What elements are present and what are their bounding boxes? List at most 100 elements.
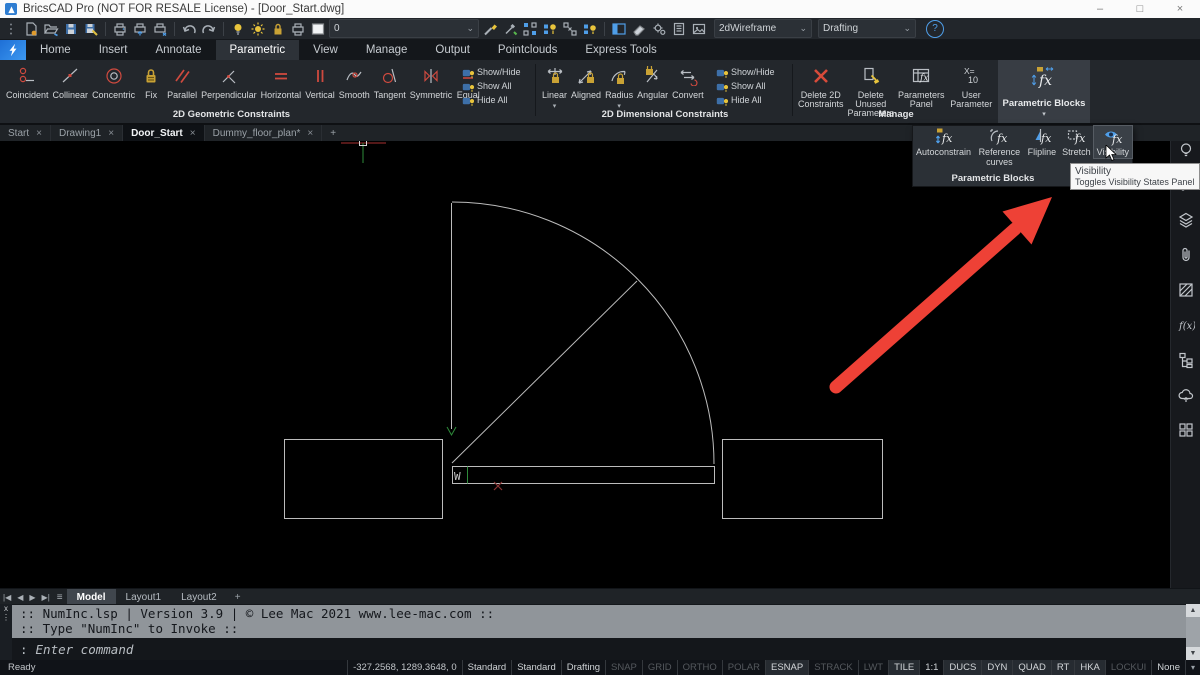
ribbon-button[interactable]: Coincident xyxy=(4,60,51,100)
toolbar-button[interactable] xyxy=(481,20,499,38)
toolbar-button[interactable] xyxy=(561,20,579,38)
ribbon-button[interactable]: Horizontal xyxy=(259,60,304,100)
parametric-blocks-button[interactable]: fx Parametric Blocks ▾ xyxy=(998,60,1090,123)
dropdown-item[interactable]: fx Stretch xyxy=(1059,126,1094,158)
status-field[interactable]: Standard xyxy=(511,660,561,675)
status-field[interactable]: Standard xyxy=(462,660,512,675)
application-menu-button[interactable] xyxy=(0,40,26,60)
sidebar-panel-button[interactable]: f(x) xyxy=(1175,316,1197,338)
document-tab[interactable]: Door_Start × xyxy=(123,125,205,141)
ribbon-button[interactable]: Collinear xyxy=(51,60,91,100)
ribbon-tab[interactable]: Output xyxy=(421,40,484,60)
ribbon-tab[interactable]: Home xyxy=(26,40,85,60)
minimize-button[interactable]: – xyxy=(1080,0,1120,18)
ribbon-button[interactable]: Linear ▾ xyxy=(540,60,569,111)
toolbar-button[interactable] xyxy=(521,20,539,38)
status-toggle[interactable]: ESNAP xyxy=(765,660,808,675)
ribbon-tab[interactable]: Express Tools xyxy=(571,40,670,60)
sidebar-panel-button[interactable] xyxy=(1175,141,1197,163)
toolbar-button[interactable] xyxy=(610,20,628,38)
layout-nav-button[interactable]: ▶| xyxy=(39,589,53,605)
document-tab[interactable]: Start × xyxy=(0,125,51,141)
status-toggle[interactable]: RT xyxy=(1051,660,1075,675)
scroll-down-icon[interactable]: ▼ xyxy=(1186,647,1200,660)
drawing-canvas[interactable]: W xyxy=(0,141,1170,588)
sidebar-panel-button[interactable] xyxy=(1175,211,1197,233)
dropdown-item[interactable]: fx Flipline xyxy=(1025,126,1060,158)
ribbon-tab[interactable]: View xyxy=(299,40,352,60)
layout-nav-button[interactable]: ▶ xyxy=(26,589,38,605)
status-toggle[interactable]: ORTHO xyxy=(677,660,722,675)
scroll-up-icon[interactable]: ▲ xyxy=(1186,604,1200,617)
layout-tab[interactable]: Layout2 xyxy=(171,589,227,605)
sidebar-panel-button[interactable] xyxy=(1175,421,1197,443)
ribbon-tab[interactable]: Parametric xyxy=(216,40,300,60)
show-toggle-button[interactable]: Hide All xyxy=(716,94,775,106)
ribbon-tab[interactable]: Manage xyxy=(352,40,422,60)
ribbon-button[interactable]: Perpendicular xyxy=(199,60,259,100)
toolbar-button[interactable] xyxy=(501,20,519,38)
ribbon-button[interactable]: Concentric xyxy=(90,60,137,100)
ribbon-button[interactable]: Symmetric xyxy=(408,60,455,100)
status-toggle[interactable]: LOCKUI xyxy=(1105,660,1151,675)
ribbon-tab[interactable]: Pointclouds xyxy=(484,40,571,60)
visual-style-select[interactable]: 2dWireframe ⌄ xyxy=(714,19,812,38)
help-button[interactable]: ? xyxy=(926,20,944,38)
status-toggle[interactable]: STRACK xyxy=(808,660,858,675)
toolbar-button[interactable] xyxy=(289,20,307,38)
status-toggle[interactable]: 1:1 xyxy=(919,660,943,675)
document-tab[interactable]: Dummy_floor_plan* × xyxy=(205,125,323,141)
ribbon-button[interactable]: Parallel xyxy=(165,60,199,100)
close-tab-icon[interactable]: × xyxy=(36,128,42,139)
toolbar-button[interactable] xyxy=(131,20,149,38)
ribbon-button[interactable]: Vertical xyxy=(303,60,337,100)
status-toggle[interactable]: LWT xyxy=(858,660,888,675)
show-toggle-button[interactable]: Show/Hide xyxy=(716,66,775,78)
ribbon-tab[interactable]: Annotate xyxy=(141,40,215,60)
status-toggle[interactable]: GRID xyxy=(642,660,677,675)
ribbon-button[interactable]: Aligned xyxy=(569,60,603,100)
ribbon-tab[interactable]: Insert xyxy=(85,40,142,60)
new-tab-button[interactable]: + xyxy=(322,125,344,141)
toolbar-button[interactable] xyxy=(309,20,327,38)
close-tab-icon[interactable]: × xyxy=(108,128,114,139)
ribbon-button[interactable]: Radius ▾ xyxy=(603,60,635,111)
panel-grip-icon[interactable]: ⋮ xyxy=(0,613,12,622)
close-tab-icon[interactable]: × xyxy=(307,128,313,139)
command-scrollbar[interactable]: ▲ ▼ xyxy=(1186,604,1200,660)
maximize-button[interactable]: □ xyxy=(1120,0,1160,18)
ribbon-button[interactable]: Tangent xyxy=(372,60,408,100)
toolbar-button[interactable] xyxy=(62,20,80,38)
toolbar-button[interactable] xyxy=(111,20,129,38)
status-toggle[interactable]: SNAP xyxy=(605,660,642,675)
status-field[interactable]: Drafting xyxy=(561,660,605,675)
workspace-select[interactable]: Drafting ⌄ xyxy=(818,19,916,38)
toolbar-button[interactable] xyxy=(2,20,20,38)
toolbar-button[interactable] xyxy=(581,20,599,38)
status-toggle[interactable]: QUAD xyxy=(1012,660,1050,675)
show-toggle-button[interactable]: Show All xyxy=(462,80,521,92)
layout-tab[interactable]: Model xyxy=(67,589,116,605)
toolbar-button[interactable] xyxy=(249,20,267,38)
ribbon-button[interactable]: Angular xyxy=(635,60,670,100)
layout-nav-button[interactable]: ◀ xyxy=(14,589,26,605)
close-tab-icon[interactable]: × xyxy=(190,128,196,139)
status-toggle[interactable]: TILE xyxy=(888,660,919,675)
ribbon-button[interactable]: fx Parameters Panel xyxy=(896,60,947,109)
show-toggle-button[interactable]: Hide All xyxy=(462,94,521,106)
command-history[interactable]: :: NumInc.lsp | Version 3.9 | © Lee Mac … xyxy=(12,605,1186,638)
dropdown-item[interactable]: fx Reference curves xyxy=(974,126,1025,167)
status-toggle[interactable]: HKA xyxy=(1074,660,1105,675)
ribbon-button[interactable]: Smooth xyxy=(337,60,372,100)
toolbar-button[interactable] xyxy=(22,20,40,38)
status-toggle[interactable]: POLAR xyxy=(722,660,765,675)
toolbar-button[interactable] xyxy=(151,20,169,38)
toolbar-button[interactable] xyxy=(200,20,218,38)
toolbar-button[interactable] xyxy=(42,20,60,38)
sidebar-panel-button[interactable] xyxy=(1175,386,1197,408)
status-toggle[interactable]: DUCS xyxy=(943,660,981,675)
toolbar-button[interactable] xyxy=(690,20,708,38)
document-tab[interactable]: Drawing1 × xyxy=(51,125,123,141)
add-layout-button[interactable]: + xyxy=(227,589,249,605)
toolbar-button[interactable] xyxy=(229,20,247,38)
